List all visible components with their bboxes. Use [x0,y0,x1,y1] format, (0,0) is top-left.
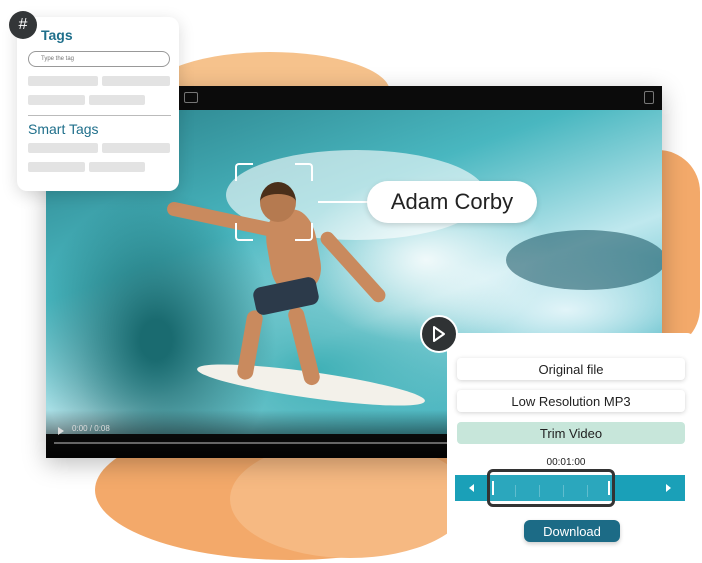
tag-input[interactable]: Type the tag [28,51,170,67]
smart-tags-title: Smart Tags [28,121,99,137]
trim-handle-right[interactable] [608,481,610,495]
smart-tag-placeholder [28,162,85,172]
hash-icon: # [9,11,37,39]
trim-timeline[interactable] [455,469,685,507]
timeline-right-arrow-icon[interactable] [666,484,671,492]
export-panel: Original file Low Resolution MP3 Trim Vi… [447,333,695,548]
play-icon [433,326,445,342]
tag-placeholder [28,76,98,86]
divider [28,115,171,116]
trim-timestamp: 00:01:00 [546,457,586,468]
trim-handle-left[interactable] [492,481,494,495]
face-detection-frame [235,163,313,241]
frame-corner [295,163,313,181]
pip-icon[interactable] [644,91,654,104]
smart-tag-placeholder [102,143,170,153]
tag-placeholder [102,76,170,86]
frame-corner [235,223,253,241]
frame-corner [235,163,253,181]
play-icon[interactable] [58,427,64,435]
time-display: 0:00 / 0:08 [72,424,110,433]
timeline-left-arrow-icon[interactable] [469,484,474,492]
tags-title: Tags [41,27,73,43]
tags-panel: Tags Type the tag Smart Tags [17,17,179,191]
trim-selection-window[interactable] [487,469,615,507]
option-original-file[interactable]: Original file [457,358,685,380]
surfer-arm [317,228,389,306]
option-trim-video[interactable]: Trim Video [457,422,685,444]
face-connector-line [318,201,368,203]
frame-corner [295,223,313,241]
surfer-shorts [251,275,321,317]
download-button[interactable]: Download [524,520,620,542]
wave-lip [506,230,662,290]
play-button[interactable] [420,315,458,353]
tag-placeholder [89,95,145,105]
smart-tag-placeholder [28,143,98,153]
option-low-resolution[interactable]: Low Resolution MP3 [457,390,685,412]
captions-icon[interactable] [184,92,198,103]
smart-tag-placeholder [89,162,145,172]
tag-placeholder [28,95,85,105]
detected-name-label: Adam Corby [367,181,537,223]
